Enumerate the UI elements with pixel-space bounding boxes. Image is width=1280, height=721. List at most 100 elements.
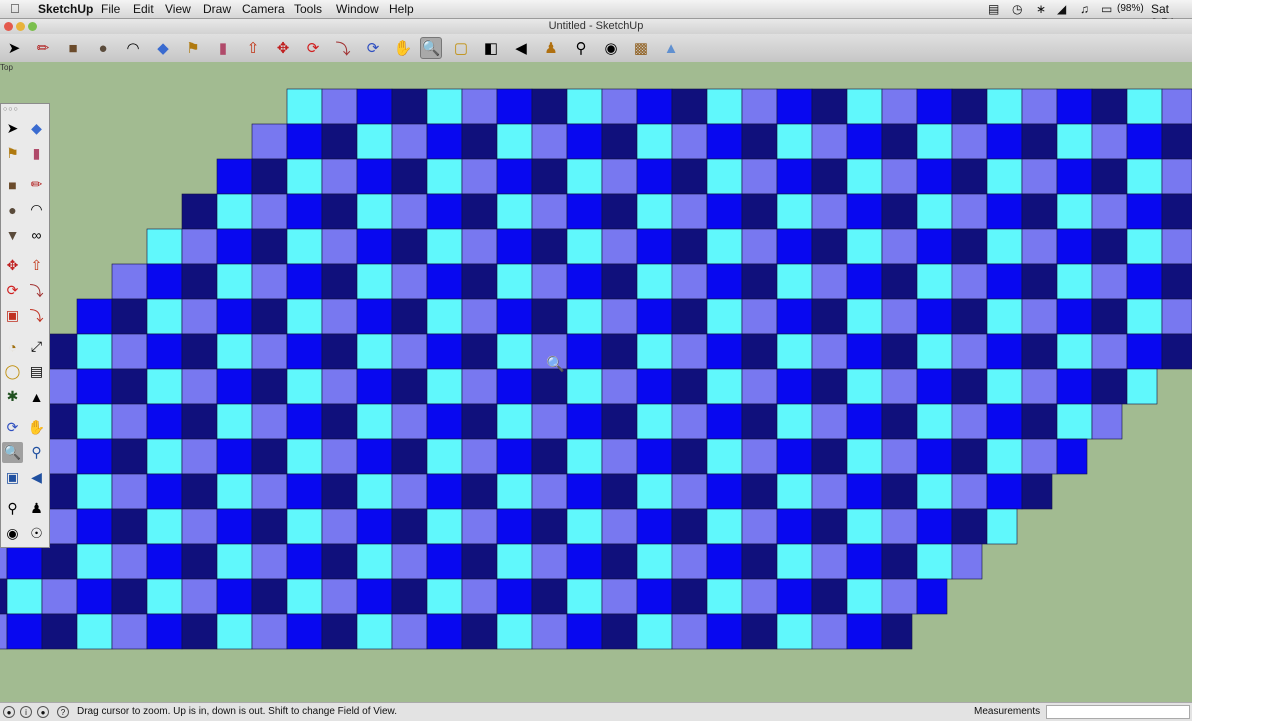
tile-face[interactable]	[216, 578, 253, 615]
tile-face[interactable]	[951, 333, 988, 370]
tile-face[interactable]	[181, 298, 218, 335]
rotate-tool-icon[interactable]: ⟳	[302, 37, 324, 59]
tile-face[interactable]	[1021, 263, 1058, 300]
text-tool-icon[interactable]: ▤	[26, 361, 47, 382]
tile-face[interactable]	[1161, 228, 1192, 265]
tile-face[interactable]	[321, 228, 358, 265]
tile-face[interactable]	[461, 193, 498, 230]
menu-help[interactable]: Help	[389, 2, 414, 16]
tile-face[interactable]	[671, 88, 708, 125]
tile-face[interactable]	[671, 333, 708, 370]
tile-face[interactable]	[251, 263, 288, 300]
tile-face[interactable]	[811, 438, 848, 475]
tile-face[interactable]	[181, 368, 218, 405]
zoom-window-tool-icon[interactable]: ⚲	[26, 442, 47, 463]
tile-face[interactable]	[321, 473, 358, 510]
tile-face[interactable]	[636, 438, 673, 475]
tile-face[interactable]	[916, 123, 953, 160]
tile-face[interactable]	[426, 438, 463, 475]
tile-face[interactable]	[426, 613, 463, 650]
tile-face[interactable]	[741, 263, 778, 300]
tile-face[interactable]	[496, 543, 533, 580]
tile-face[interactable]	[951, 193, 988, 230]
tile-face[interactable]	[111, 473, 148, 510]
tile-face[interactable]	[706, 543, 743, 580]
tile-face[interactable]	[76, 543, 113, 580]
tile-face[interactable]	[776, 158, 813, 195]
tile-face[interactable]	[741, 543, 778, 580]
tile-face[interactable]	[461, 88, 498, 125]
menu-draw[interactable]: Draw	[203, 2, 231, 16]
user-icon[interactable]: ●	[37, 706, 49, 718]
tile-face[interactable]	[1056, 333, 1093, 370]
tile-face[interactable]	[216, 158, 253, 195]
tile-face[interactable]	[636, 368, 673, 405]
tile-face[interactable]	[636, 403, 673, 440]
tile-face[interactable]	[916, 298, 953, 335]
tile-face[interactable]	[111, 508, 148, 545]
tile-face[interactable]	[706, 333, 743, 370]
tile-face[interactable]	[181, 403, 218, 440]
tile-face[interactable]	[776, 333, 813, 370]
tile-face[interactable]	[811, 88, 848, 125]
menu-app-name[interactable]: SketchUp	[38, 2, 93, 16]
tile-face[interactable]	[846, 193, 883, 230]
tile-face[interactable]	[286, 543, 323, 580]
protractor-tool-icon[interactable]: ◯	[2, 361, 23, 382]
tile-face[interactable]	[111, 368, 148, 405]
tile-face[interactable]	[391, 333, 428, 370]
tile-face[interactable]	[846, 403, 883, 440]
tile-face[interactable]	[601, 333, 638, 370]
tile-face[interactable]	[426, 543, 463, 580]
tile-face[interactable]	[881, 403, 918, 440]
tile-face[interactable]	[146, 473, 183, 510]
tile-face[interactable]	[356, 368, 393, 405]
tile-face[interactable]	[41, 543, 78, 580]
tile-face[interactable]	[461, 613, 498, 650]
tile-face[interactable]	[181, 333, 218, 370]
tile-face[interactable]	[951, 543, 983, 580]
tile-face[interactable]	[741, 123, 778, 160]
tile-face[interactable]	[811, 368, 848, 405]
tile-face[interactable]	[286, 88, 323, 125]
tile-face[interactable]	[391, 88, 428, 125]
tile-face[interactable]	[286, 613, 323, 650]
tile-face[interactable]	[111, 543, 148, 580]
tile-face[interactable]	[426, 298, 463, 335]
tile-face[interactable]	[356, 543, 393, 580]
tile-face[interactable]	[496, 613, 533, 650]
tile-face[interactable]	[1126, 368, 1158, 405]
tile-face[interactable]	[951, 158, 988, 195]
tile-face[interactable]	[951, 123, 988, 160]
menu-edit[interactable]: Edit	[133, 2, 154, 16]
tile-face[interactable]	[1021, 368, 1058, 405]
tile-face[interactable]	[776, 88, 813, 125]
tile-face[interactable]	[741, 508, 778, 545]
make-component-tool-icon[interactable]: ◆	[26, 118, 47, 139]
tile-face[interactable]	[706, 228, 743, 265]
tile-face[interactable]	[146, 578, 183, 615]
tile-face[interactable]	[1056, 438, 1088, 475]
push-pull-tool-icon[interactable]: ⇧	[242, 37, 264, 59]
zoom-window-tool-icon[interactable]: ▢	[450, 37, 472, 59]
tile-face[interactable]	[671, 578, 708, 615]
tile-face[interactable]	[566, 88, 603, 125]
tile-face[interactable]	[461, 263, 498, 300]
tile-face[interactable]	[286, 473, 323, 510]
pencil-tool-icon[interactable]: ✏	[32, 37, 54, 59]
tile-face[interactable]	[741, 228, 778, 265]
drawing-viewport[interactable]	[0, 62, 1192, 702]
tile-face[interactable]	[216, 613, 253, 650]
tile-face[interactable]	[986, 228, 1023, 265]
tile-face[interactable]	[671, 543, 708, 580]
scale-tool-icon[interactable]: ▣	[2, 305, 23, 326]
orbit-tool-icon[interactable]: ⟳	[362, 37, 384, 59]
tile-face[interactable]	[426, 123, 463, 160]
tile-face[interactable]	[286, 333, 323, 370]
tile-face[interactable]	[566, 613, 603, 650]
tile-face[interactable]	[356, 263, 393, 300]
tile-face[interactable]	[636, 543, 673, 580]
arc-tool-icon[interactable]: ◠	[26, 199, 47, 220]
tile-face[interactable]	[811, 193, 848, 230]
tile-face[interactable]	[0, 543, 8, 580]
